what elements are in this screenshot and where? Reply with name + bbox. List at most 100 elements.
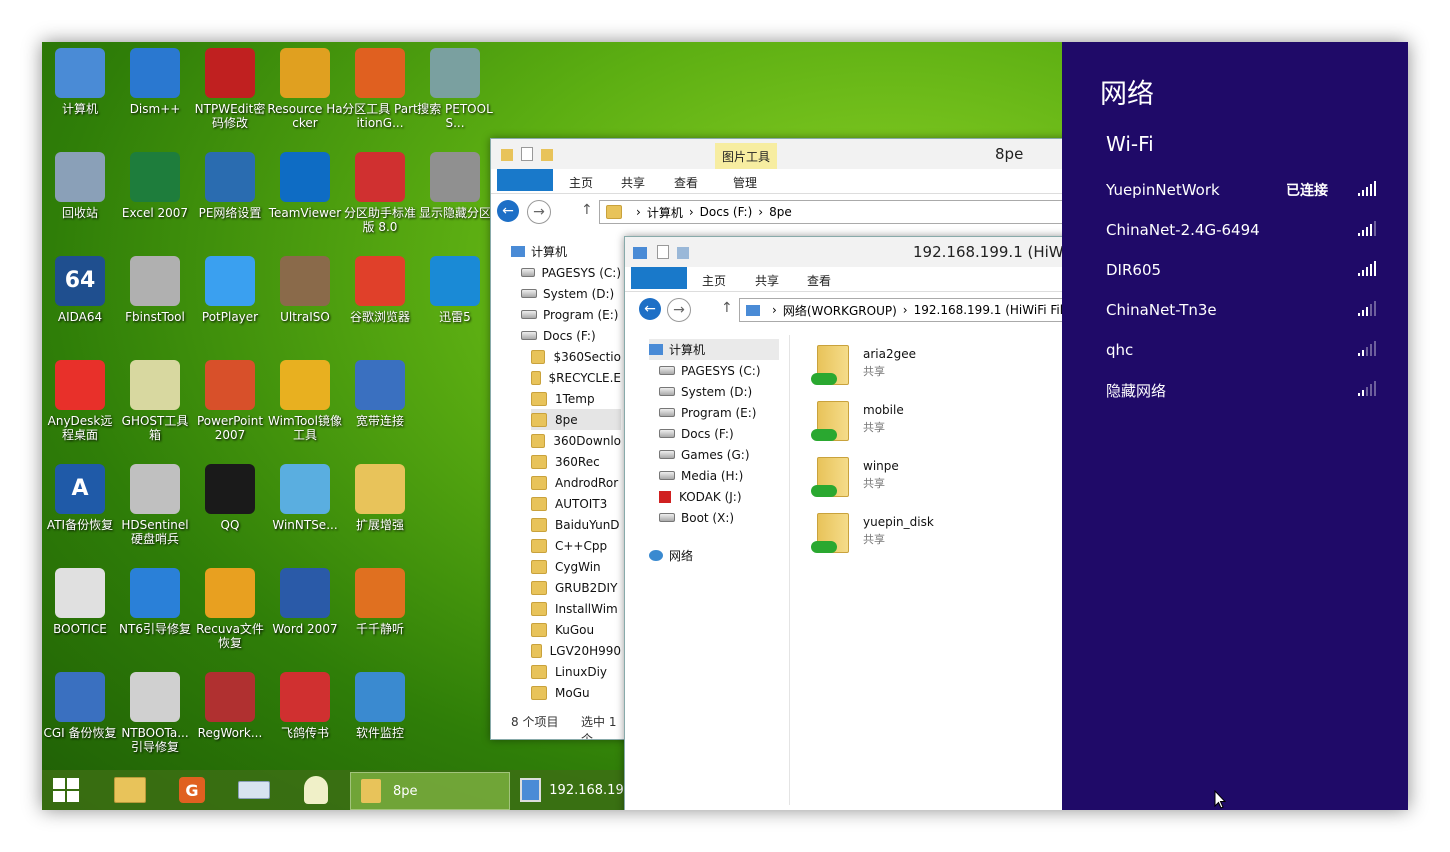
nav-item[interactable]: Program (E:) — [659, 402, 756, 423]
taskbar-keyboard-button[interactable] — [232, 774, 276, 806]
desktop-icon[interactable]: 软件监控 — [342, 668, 418, 772]
nav-item[interactable]: System (D:) — [521, 283, 621, 304]
file-tab[interactable] — [631, 267, 687, 289]
nav-item[interactable]: 网络 — [649, 545, 693, 566]
nav-item[interactable]: Docs (F:) — [521, 325, 621, 346]
desktop-icon[interactable]: Resource Hacker — [267, 44, 343, 148]
nav-item[interactable]: CygWin — [531, 556, 621, 577]
nav-item[interactable]: GRUB2DIY — [531, 577, 621, 598]
desktop-icon[interactable]: PotPlayer — [192, 252, 268, 356]
desktop-icon[interactable]: 分区助手标准版 8.0 — [342, 148, 418, 252]
desktop-icon[interactable]: Word 2007 — [267, 564, 343, 668]
breadcrumb-item[interactable]: 计算机 — [647, 204, 683, 221]
nav-item[interactable]: 计算机 — [511, 241, 621, 262]
nav-item[interactable]: Games (G:) — [659, 444, 750, 465]
up-button[interactable]: ↑ — [721, 300, 733, 316]
desktop-icon[interactable]: CGI 备份恢复 — [42, 668, 118, 772]
taskbar-partition-button[interactable]: G — [170, 774, 214, 806]
share-folder[interactable]: mobile 共享 — [807, 395, 1007, 447]
forward-button[interactable]: → — [667, 298, 691, 322]
tab-share[interactable]: 共享 — [621, 174, 645, 191]
back-button[interactable]: ← — [497, 200, 519, 222]
nav-item[interactable]: LGV20H990 — [531, 640, 621, 661]
nav-item[interactable]: MoGu — [531, 682, 621, 703]
nav-item[interactable]: LinuxDiy — [531, 661, 621, 682]
address-bar[interactable]: › 计算机 › Docs (F:) › 8pe — [599, 200, 1121, 224]
nav-item[interactable]: Boot (X:) — [659, 507, 734, 528]
desktop-icon[interactable]: 迅雷5 — [417, 252, 493, 356]
nav-item[interactable]: PAGESYS (C:) — [659, 360, 761, 381]
desktop-icon[interactable]: QQ — [192, 460, 268, 564]
nav-item[interactable]: 计算机 — [649, 339, 779, 360]
desktop-icon[interactable]: WinNTSe... — [267, 460, 343, 564]
desktop-icon[interactable]: GHOST工具箱 — [117, 356, 193, 460]
desktop-icon[interactable]: PowerPoint 2007 — [192, 356, 268, 460]
desktop-icon[interactable]: 计算机 — [42, 44, 118, 148]
desktop-icon[interactable]: NT6引导修复 — [117, 564, 193, 668]
nav-item[interactable]: KODAK (J:) — [659, 486, 742, 507]
desktop-icon[interactable]: PE网络设置 — [192, 148, 268, 252]
forward-button[interactable]: → — [527, 200, 551, 224]
desktop-icon[interactable]: A ATI备份恢复 — [42, 460, 118, 564]
desktop-icon[interactable]: NTBOOTa...引导修复 — [117, 668, 193, 772]
nav-item[interactable]: KuGou — [531, 619, 621, 640]
desktop-icon[interactable]: AnyDesk远程桌面 — [42, 356, 118, 460]
nav-item[interactable]: System (D:) — [659, 381, 752, 402]
context-tab-picture-tools[interactable]: 图片工具 — [715, 143, 777, 169]
back-button[interactable]: ← — [639, 298, 661, 320]
desktop-icon[interactable]: Dism++ — [117, 44, 193, 148]
desktop-icon[interactable]: UltraISO — [267, 252, 343, 356]
wifi-network-item[interactable]: ChinaNet-Tn3e — [1106, 298, 1376, 322]
taskbar-explorer-button[interactable] — [108, 774, 152, 806]
share-folder[interactable]: yuepin_disk 共享 — [807, 507, 1007, 559]
taskbar-ghost-button[interactable] — [294, 774, 338, 806]
share-folder[interactable]: aria2gee 共享 — [807, 339, 1007, 391]
desktop-icon[interactable]: Recuva文件恢复 — [192, 564, 268, 668]
taskbar-task-network[interactable]: 192.168.199 — [512, 772, 632, 808]
desktop-icon[interactable]: 显示隐藏分区 — [417, 148, 493, 252]
tab-view[interactable]: 查看 — [674, 174, 698, 191]
nav-item[interactable]: Program (E:) — [521, 304, 621, 325]
wifi-network-item[interactable]: DIR605 — [1106, 258, 1376, 282]
desktop-icon[interactable]: 64 AIDA64 — [42, 252, 118, 356]
nav-item[interactable]: 360Downlo — [531, 430, 621, 451]
desktop-icon[interactable]: 飞鸽传书 — [267, 668, 343, 772]
tab-view[interactable]: 查看 — [807, 272, 831, 289]
nav-item[interactable]: $RECYCLE.E — [531, 367, 621, 388]
wifi-network-item[interactable]: 隐藏网络 — [1106, 378, 1376, 402]
desktop-icon[interactable]: Excel 2007 — [117, 148, 193, 252]
nav-item[interactable]: PAGESYS (C:) — [521, 262, 621, 283]
desktop-icon[interactable]: RegWork... — [192, 668, 268, 772]
nav-item[interactable]: Media (H:) — [659, 465, 743, 486]
nav-item[interactable]: 8pe — [531, 409, 621, 430]
breadcrumb-item[interactable]: Docs (F:) — [700, 205, 753, 219]
desktop-icon[interactable]: 宽带连接 — [342, 356, 418, 460]
desktop-icon[interactable]: 谷歌浏览器 — [342, 252, 418, 356]
tab-home[interactable]: 主页 — [569, 174, 593, 191]
nav-item[interactable]: AndrodRor — [531, 472, 621, 493]
desktop-icon[interactable]: NTPWEdit密码修改 — [192, 44, 268, 148]
breadcrumb-item[interactable]: 网络(WORKGROUP) — [783, 302, 897, 319]
wifi-network-item[interactable]: ChinaNet-2.4G-6494 — [1106, 218, 1376, 242]
desktop-icon[interactable]: BOOTICE — [42, 564, 118, 668]
nav-item[interactable]: 1Temp — [531, 388, 621, 409]
up-button[interactable]: ↑ — [581, 202, 593, 218]
desktop-icon[interactable]: 扩展增强 — [342, 460, 418, 564]
desktop-icon[interactable]: HDSentinel硬盘哨兵 — [117, 460, 193, 564]
share-folder[interactable]: winpe 共享 — [807, 451, 1007, 503]
nav-item[interactable]: BaiduYunD — [531, 514, 621, 535]
nav-item[interactable]: AUTOIT3 — [531, 493, 621, 514]
file-tab[interactable] — [497, 169, 553, 191]
desktop-icon[interactable]: 回收站 — [42, 148, 118, 252]
taskbar-task-8pe[interactable]: 8pe — [350, 772, 510, 810]
start-button[interactable] — [44, 774, 88, 806]
nav-item[interactable]: InstallWim — [531, 598, 621, 619]
breadcrumb-item[interactable]: 192.168.199.1 (HiWiFi File — [914, 303, 1071, 317]
wifi-network-item[interactable]: qhc — [1106, 338, 1376, 362]
wifi-network-item[interactable]: YuepinNetWork 已连接 — [1106, 178, 1376, 202]
desktop-icon[interactable]: TeamViewer — [267, 148, 343, 252]
desktop-icon[interactable]: 搜索 PETOOLS... — [417, 44, 493, 148]
nav-item[interactable]: 360Rec — [531, 451, 621, 472]
desktop-icon[interactable]: WimTool镜像工具 — [267, 356, 343, 460]
desktop-icon[interactable]: FbinstTool — [117, 252, 193, 356]
